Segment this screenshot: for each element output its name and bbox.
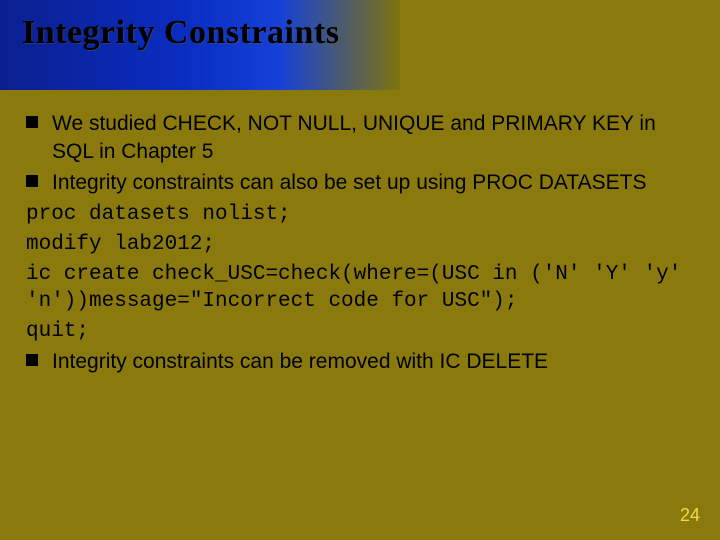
slide-title: Integrity Constraints	[22, 14, 339, 52]
slide: Integrity Constraints We studied CHECK, …	[0, 0, 720, 540]
bullet-square-icon	[26, 354, 38, 366]
bullet-text: Integrity constraints can also be set up…	[52, 171, 646, 194]
bullet-square-icon	[26, 175, 38, 187]
bullet-text: We studied CHECK, NOT NULL, UNIQUE and P…	[52, 112, 656, 163]
bullet-text: Integrity constraints can be removed wit…	[52, 350, 548, 373]
bullet-item: We studied CHECK, NOT NULL, UNIQUE and P…	[26, 110, 694, 165]
page-number: 24	[680, 505, 700, 526]
bullet-square-icon	[26, 116, 38, 128]
code-line: proc datasets nolist;	[26, 201, 694, 229]
code-line: quit;	[26, 318, 694, 346]
slide-body: We studied CHECK, NOT NULL, UNIQUE and P…	[26, 110, 694, 379]
code-line: modify lab2012;	[26, 231, 694, 259]
code-line: ic create check_USC=check(where=(USC in …	[26, 261, 694, 316]
bullet-item: Integrity constraints can also be set up…	[26, 169, 694, 197]
bullet-item: Integrity constraints can be removed wit…	[26, 348, 694, 376]
